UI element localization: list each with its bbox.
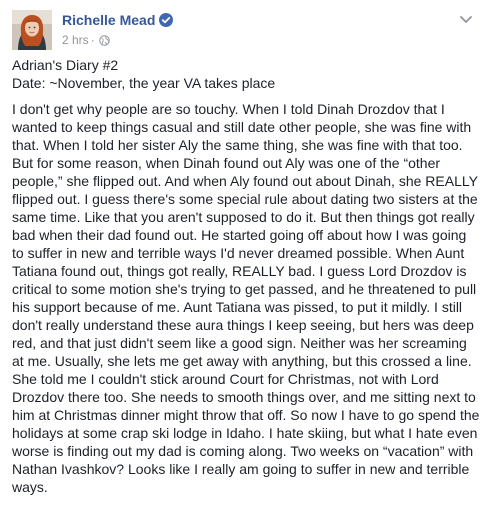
verified-badge-icon [159,13,174,31]
post-body: I don't get why people are so touchy. Wh… [12,101,480,495]
post-date-line: Date: ~November, the year VA takes place [12,75,276,91]
post-content: Adrian's Diary #2 Date: ~November, the y… [12,56,480,496]
avatar-photo [12,10,52,50]
post-meta: 2 hrs · [62,32,110,50]
facebook-post: Richelle Mead 2 hrs · Adrian's Diary #2 D… [0,0,487,526]
chevron-down-icon[interactable] [459,12,473,23]
globe-icon[interactable] [98,34,110,50]
post-title: Adrian's Diary #2 [12,57,119,73]
author-name[interactable]: Richelle Mead [62,12,155,28]
meta-separator: · [90,33,95,47]
post-timestamp[interactable]: 2 hrs [62,33,89,47]
author-avatar[interactable] [12,10,52,50]
post-header: Richelle Mead 2 hrs · [12,10,475,50]
author-name-row: Richelle Mead [62,11,174,31]
